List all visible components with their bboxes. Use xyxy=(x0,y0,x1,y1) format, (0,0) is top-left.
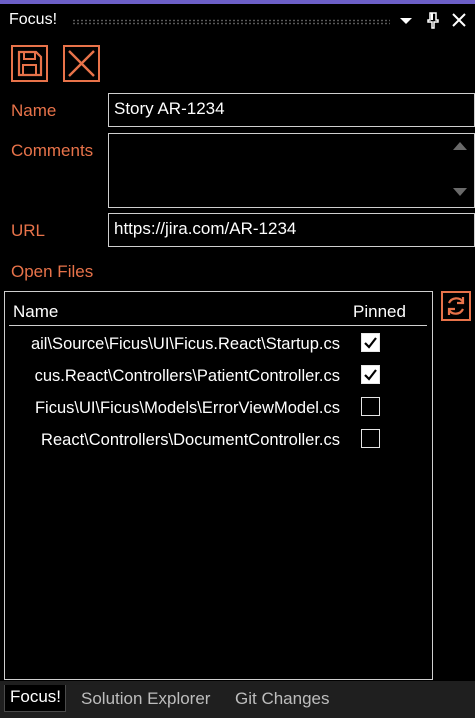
row-clip xyxy=(5,329,21,361)
open-files-list[interactable]: Name Pinned ail\Source\Ficus\UI\Ficus.Re… xyxy=(4,291,433,680)
comments-label: Comments xyxy=(11,141,94,160)
tab-focus[interactable]: Focus! xyxy=(4,685,67,712)
tab-git-changes[interactable]: Git Changes xyxy=(235,689,330,709)
refresh-icon xyxy=(447,297,465,315)
file-path: ail\Source\Ficus\UI\Ficus.React\Startup.… xyxy=(30,335,340,353)
scroll-down-arrow-icon[interactable] xyxy=(453,188,467,196)
file-path: React\Controllers\DocumentController.cs xyxy=(41,431,340,449)
table-row[interactable]: ail\Source\Ficus\UI\Ficus.React\Startup.… xyxy=(5,329,432,361)
url-field[interactable]: https://jira.com/AR-1234 xyxy=(108,213,475,247)
tab-solution-explorer[interactable]: Solution Explorer xyxy=(81,689,210,709)
save-button[interactable] xyxy=(11,45,48,82)
tab-strip: Focus! Solution Explorer Git Changes xyxy=(0,681,475,718)
name-label: Name xyxy=(11,101,57,120)
floppy-disk-icon xyxy=(17,50,43,77)
table-row[interactable]: Ficus\UI\Ficus\Models\ErrorViewModel.cs xyxy=(5,393,432,425)
row-clip xyxy=(5,361,21,393)
scroll-up-arrow-icon[interactable] xyxy=(453,142,467,150)
name-field[interactable]: Story AR-1234 xyxy=(108,93,475,127)
row-clip xyxy=(5,425,21,457)
file-path: cus.React\Controllers\PatientController.… xyxy=(34,367,340,385)
tool-window-titlebar: Focus! xyxy=(0,4,475,34)
row-clip xyxy=(5,393,21,425)
window-title: Focus! xyxy=(9,11,58,28)
pinned-checkbox[interactable] xyxy=(361,333,380,352)
pinned-checkbox[interactable] xyxy=(361,429,380,448)
header-divider xyxy=(9,325,427,326)
column-header-pinned[interactable]: Pinned xyxy=(353,302,406,322)
cancel-button[interactable] xyxy=(63,45,100,82)
file-path: Ficus\UI\Ficus\Models\ErrorViewModel.cs xyxy=(34,399,340,417)
drag-grip[interactable] xyxy=(72,19,390,25)
checkmark-icon xyxy=(364,369,377,381)
pinned-checkbox[interactable] xyxy=(361,365,380,384)
table-row[interactable]: cus.React\Controllers\PatientController.… xyxy=(5,361,432,393)
comments-field[interactable] xyxy=(108,133,475,208)
close-icon[interactable] xyxy=(450,10,468,30)
x-icon xyxy=(68,50,95,77)
checkmark-icon xyxy=(364,337,377,349)
refresh-button[interactable] xyxy=(441,291,471,321)
url-label: URL xyxy=(11,221,46,240)
pinned-checkbox[interactable] xyxy=(361,397,380,416)
column-header-name[interactable]: Name xyxy=(13,302,58,322)
table-row[interactable]: React\Controllers\DocumentController.cs xyxy=(5,425,432,457)
chevron-down-icon[interactable] xyxy=(397,10,415,30)
open-files-label: Open Files xyxy=(11,262,94,281)
pin-icon[interactable] xyxy=(424,10,442,30)
